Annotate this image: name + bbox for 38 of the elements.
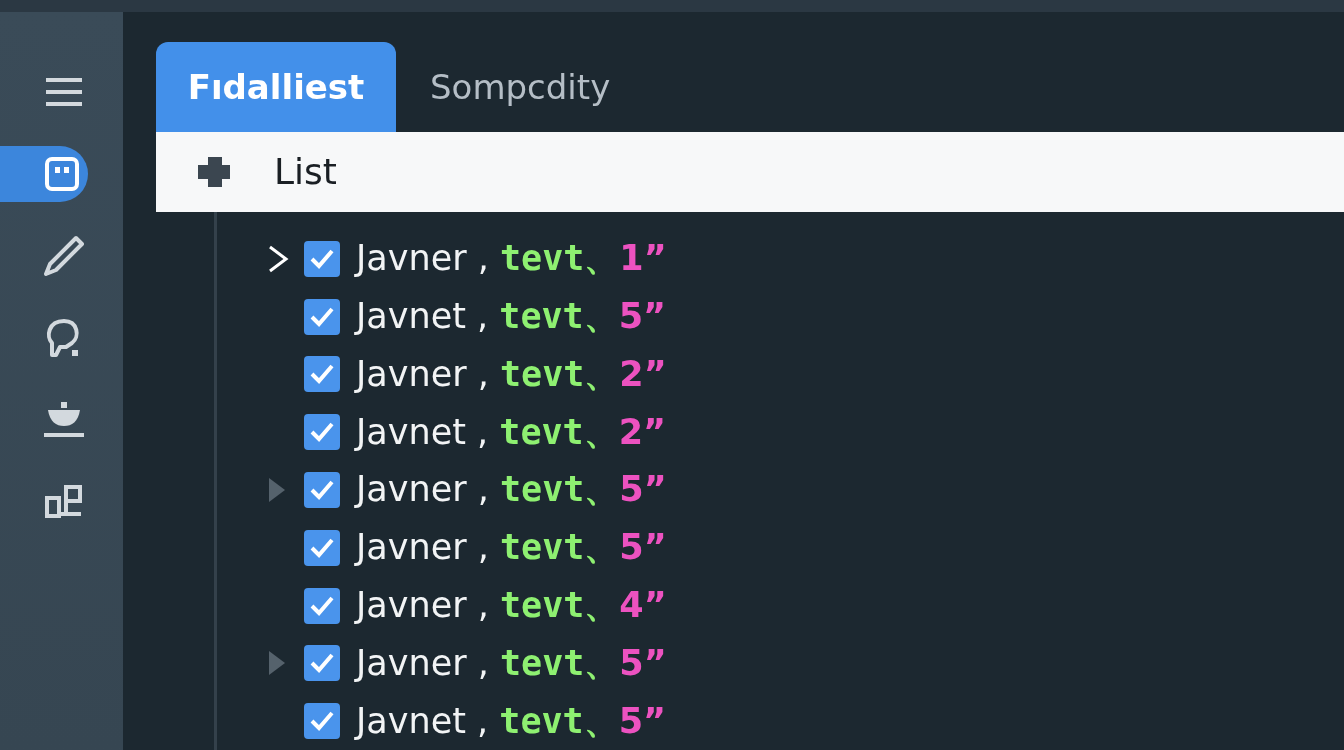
- checkbox[interactable]: [304, 414, 340, 451]
- expand-triangle-icon[interactable]: [267, 475, 287, 504]
- list-item-text: Javnet , tevt、2”: [356, 410, 666, 454]
- robot-icon: [43, 154, 81, 193]
- list-item-text: Javner , tevt、2”: [356, 352, 667, 396]
- list-item-text: Javner , tevt、5”: [356, 526, 667, 570]
- check-icon: [309, 478, 335, 501]
- checkbox[interactable]: [304, 703, 340, 740]
- checkbox[interactable]: [304, 356, 340, 393]
- chevron-icon[interactable]: [267, 243, 289, 274]
- toolbar-title: List: [274, 151, 337, 193]
- checkbox[interactable]: [304, 587, 340, 624]
- list-item-text: Javner , tevt、1”: [356, 237, 667, 281]
- list-item-text: Javnet , tevt、5”: [356, 699, 666, 743]
- checkbox[interactable]: [304, 471, 340, 508]
- check-icon: [309, 421, 335, 444]
- checkbox[interactable]: [304, 298, 340, 335]
- check-icon: [309, 536, 335, 559]
- list-item-text: Javnet , tevt、5”: [356, 295, 666, 338]
- check-icon: [309, 594, 335, 617]
- check-icon: [309, 305, 335, 328]
- pen-icon: [41, 233, 86, 278]
- check-icon: [309, 710, 335, 733]
- bowl-icon: [41, 399, 86, 440]
- check-icon: [309, 247, 335, 270]
- checkbox[interactable]: [304, 645, 340, 682]
- tab[interactable]: Sompcdity: [396, 41, 645, 132]
- check-icon: [309, 363, 335, 386]
- sidebar-item[interactable]: [0, 145, 88, 202]
- expand-triangle-icon[interactable]: [267, 649, 287, 678]
- plus-icon[interactable]: [198, 156, 232, 187]
- blocks-icon: [43, 483, 84, 520]
- checkbox[interactable]: [304, 529, 340, 566]
- list-item-text: Javner , tevt、4”: [356, 584, 667, 627]
- checkbox[interactable]: [304, 240, 340, 277]
- check-icon: [309, 652, 335, 675]
- list-item-text: Javner , tevt、5”: [356, 641, 667, 685]
- list-item-text: Javner , tevt、5”: [356, 468, 667, 512]
